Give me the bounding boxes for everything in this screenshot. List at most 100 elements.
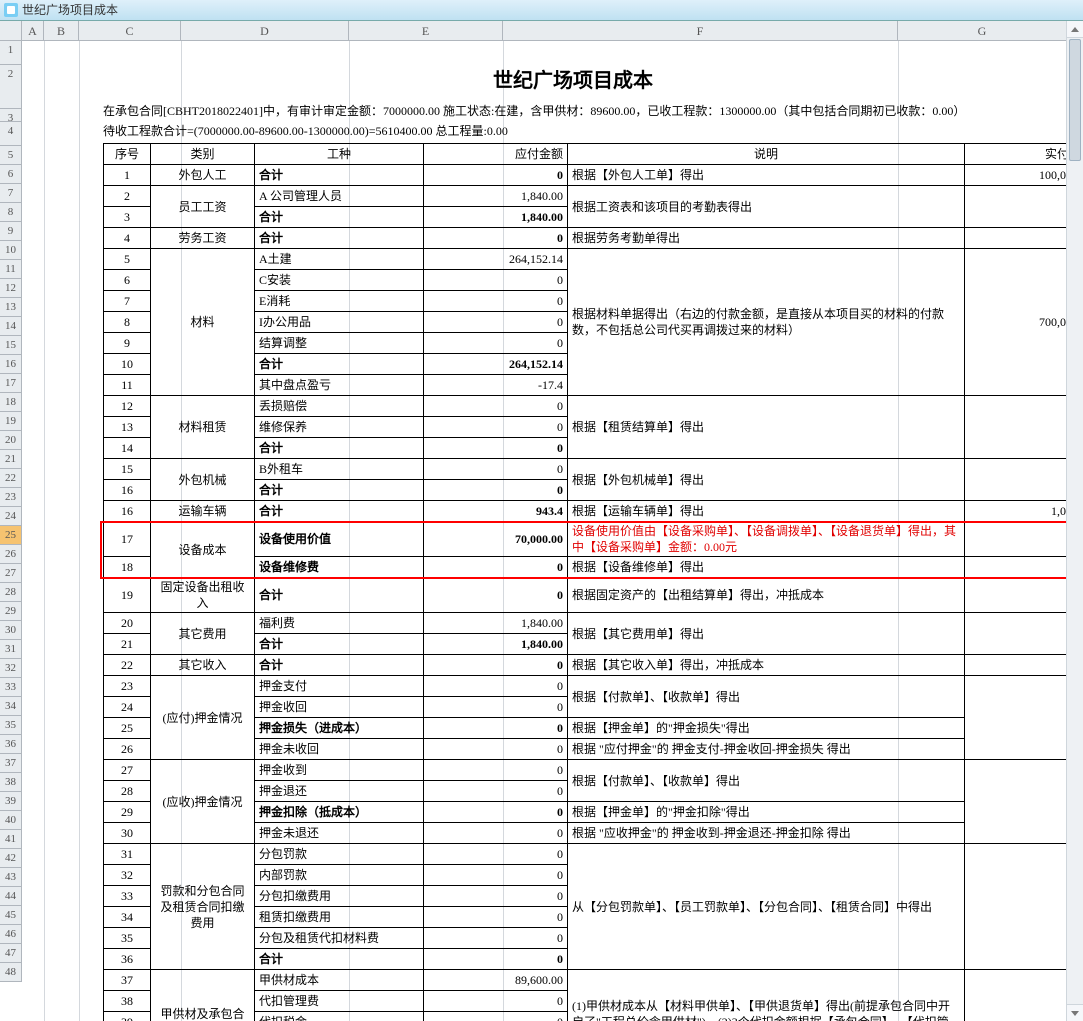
- row-header-37[interactable]: 37: [0, 754, 22, 773]
- row-header-5[interactable]: 5: [0, 146, 22, 165]
- table-row[interactable]: 19固定设备出租收入合计0根据固定资产的【出租结算单】得出，冲抵成本0: [104, 578, 1083, 613]
- table-row[interactable]: 22其它收入合计0根据【其它收入单】得出，冲抵成本0: [104, 655, 1083, 676]
- row-header-13[interactable]: 13: [0, 298, 22, 317]
- select-all-corner[interactable]: [0, 21, 22, 41]
- cell-amount: 0: [424, 1012, 568, 1021]
- cell-category: 材料: [151, 249, 255, 396]
- row-header-7[interactable]: 7: [0, 184, 22, 203]
- row-header-36[interactable]: 36: [0, 735, 22, 754]
- row-header-24[interactable]: 24: [0, 507, 22, 526]
- cell-category: 设备成本: [151, 522, 255, 578]
- row-header-30[interactable]: 30: [0, 621, 22, 640]
- cell-subitem: 合计: [255, 354, 424, 375]
- cell-seq: 26: [104, 739, 151, 760]
- row-header-46[interactable]: 46: [0, 925, 22, 944]
- row-header-47[interactable]: 47: [0, 944, 22, 963]
- table-row[interactable]: 1外包人工合计0根据【外包人工单】得出100,000.00: [104, 165, 1083, 186]
- scroll-thumb[interactable]: [1069, 39, 1081, 161]
- row-header-21[interactable]: 21: [0, 450, 22, 469]
- row-header-14[interactable]: 14: [0, 317, 22, 336]
- col-header-G[interactable]: G: [898, 21, 1067, 41]
- row-header-28[interactable]: 28: [0, 583, 22, 602]
- row-header-48[interactable]: 48: [0, 963, 22, 982]
- table-row[interactable]: 27(应收)押金情况押金收到0根据【付款单】、【收款单】得出: [104, 760, 1083, 781]
- table-row[interactable]: 37甲供材及承包合同代扣费用成本甲供材成本89,600.00(1)甲供材成本从【…: [104, 970, 1083, 991]
- col-header-D[interactable]: D: [181, 21, 349, 41]
- cell-amount: 0: [424, 781, 568, 802]
- cell-subitem: 租赁扣缴费用: [255, 907, 424, 928]
- row-header-6[interactable]: 6: [0, 165, 22, 184]
- row-header-17[interactable]: 17: [0, 374, 22, 393]
- cell-subitem: 福利费: [255, 613, 424, 634]
- cell-amount: 0: [424, 760, 568, 781]
- row-header-20[interactable]: 20: [0, 431, 22, 450]
- cell-amount: 0: [424, 718, 568, 739]
- row-header-23[interactable]: 23: [0, 488, 22, 507]
- row-header-34[interactable]: 34: [0, 697, 22, 716]
- vertical-scrollbar[interactable]: [1066, 21, 1083, 1021]
- row-header-44[interactable]: 44: [0, 887, 22, 906]
- col-header-C[interactable]: C: [79, 21, 181, 41]
- scroll-up-button[interactable]: [1067, 21, 1083, 38]
- row-header-3[interactable]: 3: [0, 109, 22, 122]
- row-header-40[interactable]: 40: [0, 811, 22, 830]
- row-header-45[interactable]: 45: [0, 906, 22, 925]
- cell-desc: 根据固定资产的【出租结算单】得出，冲抵成本: [568, 578, 965, 613]
- app-window: 世纪广场项目成本 ABCDEFG 12345678910111213141516…: [0, 0, 1083, 1021]
- row-header-1[interactable]: 1: [0, 41, 22, 65]
- cell-subitem: A 公司管理人员: [255, 186, 424, 207]
- row-header-16[interactable]: 16: [0, 355, 22, 374]
- col-header-B[interactable]: B: [44, 21, 79, 41]
- row-header-27[interactable]: 27: [0, 564, 22, 583]
- row-header-43[interactable]: 43: [0, 868, 22, 887]
- row-header-39[interactable]: 39: [0, 792, 22, 811]
- table-row[interactable]: 5材料A土建264,152.14根据材料单据得出（右边的付款金额，是直接从本项目…: [104, 249, 1083, 270]
- row-header-8[interactable]: 8: [0, 203, 22, 222]
- col-header-F[interactable]: F: [503, 21, 898, 41]
- table-row[interactable]: 4劳务工资合计0根据劳务考勤单得出: [104, 228, 1083, 249]
- row-header-15[interactable]: 15: [0, 336, 22, 355]
- cell-seq: 19: [104, 578, 151, 613]
- row-header-35[interactable]: 35: [0, 716, 22, 735]
- table-row[interactable]: 23(应付)押金情况押金支付0根据【付款单】、【收款单】得出: [104, 676, 1083, 697]
- row-header-41[interactable]: 41: [0, 830, 22, 849]
- row-header-9[interactable]: 9: [0, 222, 22, 241]
- row-header-18[interactable]: 18: [0, 393, 22, 412]
- row-header-29[interactable]: 29: [0, 602, 22, 621]
- col-header-E[interactable]: E: [349, 21, 503, 41]
- row-header-42[interactable]: 42: [0, 849, 22, 868]
- row-header-32[interactable]: 32: [0, 659, 22, 678]
- cell-subitem: 押金退还: [255, 781, 424, 802]
- row-header-19[interactable]: 19: [0, 412, 22, 431]
- row-header-4[interactable]: 4: [0, 122, 22, 146]
- table-row[interactable]: 16运输车辆合计943.4根据【运输车辆单】得出1,000.00: [104, 501, 1083, 522]
- scroll-down-button[interactable]: [1067, 1004, 1083, 1021]
- row-header-22[interactable]: 22: [0, 469, 22, 488]
- note-line-2: 待收工程款合计=(7000000.00-89600.00-1300000.00)…: [103, 123, 1043, 143]
- table-row[interactable]: 12材料租赁丢损赔偿0根据【租赁结算单】得出0: [104, 396, 1083, 417]
- table-row[interactable]: 31罚款和分包合同及租赁合同扣缴费用分包罚款0从【分包罚款单】、【员工罚款单】、…: [104, 844, 1083, 865]
- row-header-12[interactable]: 12: [0, 279, 22, 298]
- table-row[interactable]: 15外包机械B外租车0根据【外包机械单】得出0: [104, 459, 1083, 480]
- cell-amount: 0: [424, 886, 568, 907]
- cell-subitem: 分包及租赁代扣材料费: [255, 928, 424, 949]
- row-header-25[interactable]: 25: [0, 526, 22, 545]
- cell-seq: 27: [104, 760, 151, 781]
- cell-desc: 根据【其它收入单】得出，冲抵成本: [568, 655, 965, 676]
- row-header-11[interactable]: 11: [0, 260, 22, 279]
- cell-category: 其它费用: [151, 613, 255, 655]
- row-header-10[interactable]: 10: [0, 241, 22, 260]
- cell-seq: 1: [104, 165, 151, 186]
- table-row[interactable]: 17设备成本设备使用价值70,000.00设备使用价值由【设备采购单】、【设备调…: [104, 522, 1083, 557]
- col-header-A[interactable]: A: [22, 21, 44, 41]
- cell-seq: 3: [104, 207, 151, 228]
- row-header-26[interactable]: 26: [0, 545, 22, 564]
- cell-seq: 4: [104, 228, 151, 249]
- row-header-31[interactable]: 31: [0, 640, 22, 659]
- row-header-38[interactable]: 38: [0, 773, 22, 792]
- row-header-2[interactable]: 2: [0, 65, 22, 109]
- table-row[interactable]: 2员工工资A 公司管理人员1,840.00根据工资表和该项目的考勤表得出0: [104, 186, 1083, 207]
- cell-seq: 37: [104, 970, 151, 991]
- row-header-33[interactable]: 33: [0, 678, 22, 697]
- table-row[interactable]: 20其它费用福利费1,840.00根据【其它费用单】得出0: [104, 613, 1083, 634]
